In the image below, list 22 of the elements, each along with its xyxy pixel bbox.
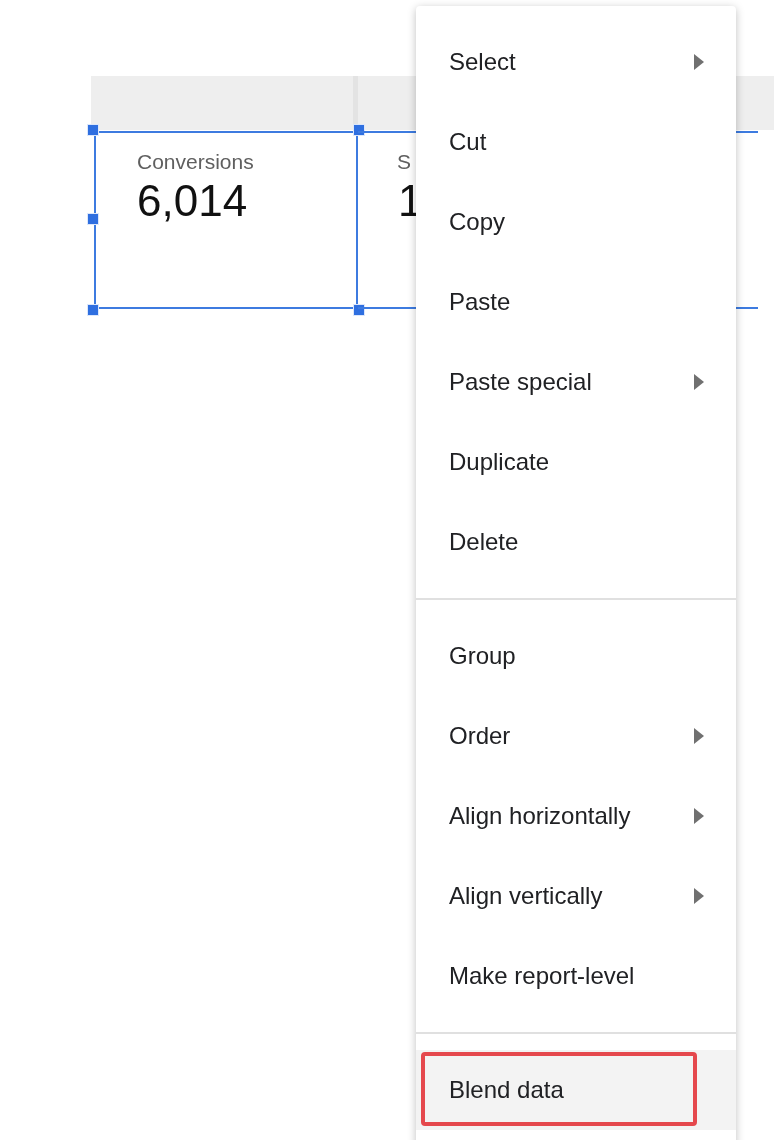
menu-item[interactable]: Blend data: [416, 1050, 736, 1130]
metric-label: Conversions: [137, 149, 254, 175]
resize-handle[interactable]: [353, 304, 365, 316]
menu-item[interactable]: Paste special: [416, 342, 736, 422]
menu-item[interactable]: Make report-level: [416, 936, 736, 1016]
menu-item[interactable]: Select: [416, 22, 736, 102]
resize-handle[interactable]: [87, 304, 99, 316]
menu-item[interactable]: Order: [416, 696, 736, 776]
scorecard[interactable]: Conversions 6,014: [94, 131, 358, 309]
metric-label: S: [397, 149, 411, 175]
menu-item[interactable]: Align horizontally: [416, 776, 736, 856]
menu-item[interactable]: Delete: [416, 502, 736, 582]
menu-item[interactable]: Align vertically: [416, 856, 736, 936]
menu-item[interactable]: Duplicate: [416, 422, 736, 502]
resize-handle[interactable]: [353, 124, 365, 136]
menu-item[interactable]: Paste: [416, 262, 736, 342]
menu-item[interactable]: Cut: [416, 102, 736, 182]
resize-handle[interactable]: [87, 124, 99, 136]
resize-handle[interactable]: [87, 213, 99, 225]
menu-item[interactable]: Copy: [416, 182, 736, 262]
menu-item[interactable]: Group: [416, 616, 736, 696]
metric-value: 6,014: [137, 175, 248, 227]
